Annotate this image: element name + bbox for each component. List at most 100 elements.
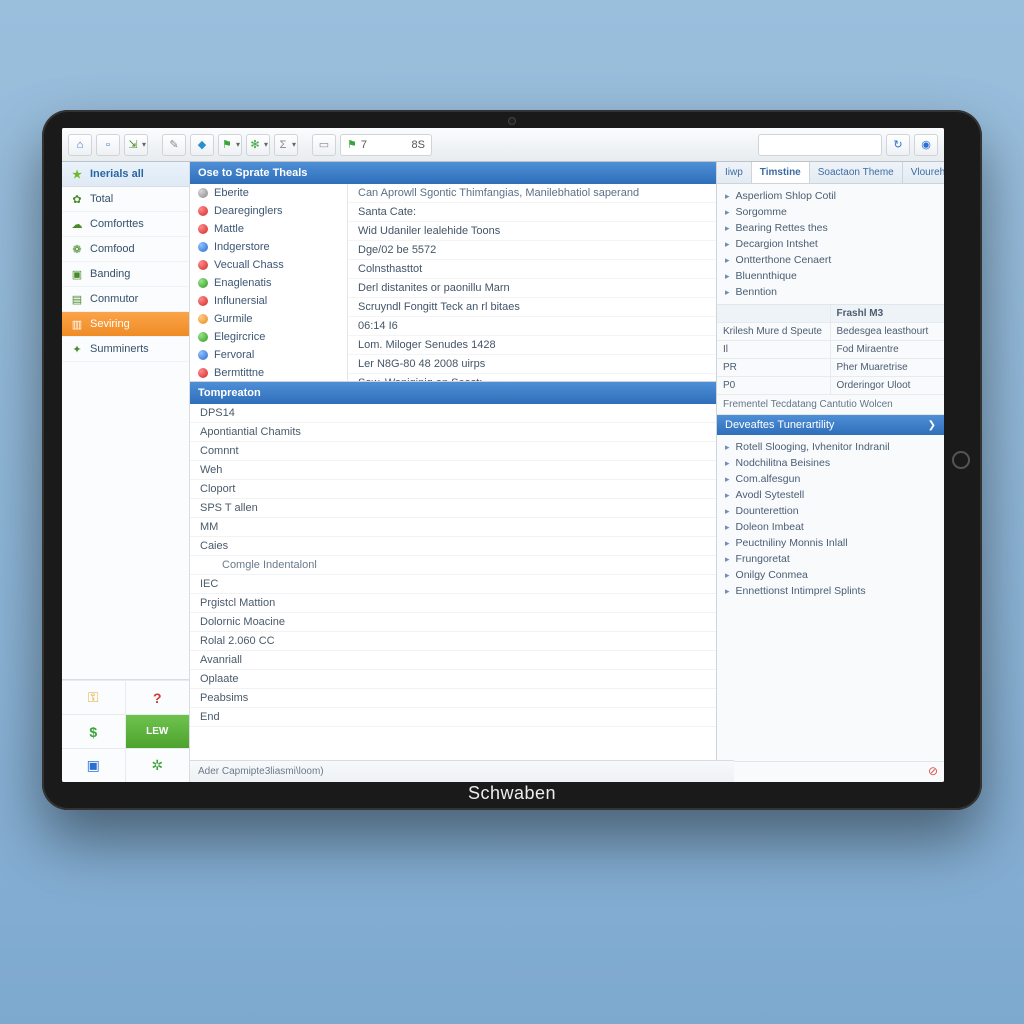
right-row[interactable]: ▸Sorgomme (717, 204, 944, 220)
tree-row[interactable]: Eberite (190, 184, 347, 202)
bullet-icon (198, 278, 208, 288)
tree-row[interactable]: Elegircrice (190, 328, 347, 346)
status-bar: Ader Capmipte3liasmi\loom) (190, 760, 734, 782)
tab-3[interactable]: Vlourehonr (903, 162, 944, 183)
tree-row[interactable]: Influnersial (190, 292, 347, 310)
tab-0[interactable]: Iiwp (717, 162, 752, 183)
chevron-icon: ▸ (725, 287, 730, 298)
list-row[interactable]: Comgle Indentalonl (190, 556, 716, 575)
toolbar-btn-refresh[interactable]: ↻ (886, 134, 910, 156)
list-row[interactable]: Rolal 2.060 CC (190, 632, 716, 651)
tree-row[interactable]: Vecuall Chass (190, 256, 347, 274)
list-row[interactable]: Peabsims (190, 689, 716, 708)
sidebar-item-0[interactable]: ✿Total (62, 187, 189, 212)
list-row[interactable]: Prgistcl Mattion (190, 594, 716, 613)
sidebar-item-4[interactable]: ▤Conmutor (62, 287, 189, 312)
dollar-icon: $ (89, 724, 97, 740)
list-row[interactable]: Oplaate (190, 670, 716, 689)
right-row[interactable]: ▸Peuctniliny Monnis Inlall (717, 535, 944, 551)
warning-icon[interactable]: ⊘ (928, 764, 938, 780)
toolbar-btn-tag[interactable]: ◆ (190, 134, 214, 156)
right-row[interactable]: ▸Avodl Sytestell (717, 487, 944, 503)
kv-cell[interactable]: Il (717, 341, 831, 359)
toolbar-btn-doc[interactable]: ▭ (312, 134, 336, 156)
right-row[interactable]: ▸Benntion (717, 284, 944, 300)
right-row[interactable]: ▸Nodchilitna Beisines (717, 455, 944, 471)
right-row[interactable]: ▸Bluennthique (717, 268, 944, 284)
chevron-icon: ▸ (725, 506, 730, 517)
right-row[interactable]: ▸Asperliom Shlop Cotil (717, 188, 944, 204)
list-row[interactable]: Caies (190, 537, 716, 556)
toolbar-btn-export[interactable]: ⇲ (124, 134, 148, 156)
tab-2[interactable]: Soactaon Theme (810, 162, 903, 183)
sidebar-btn-dollar[interactable]: $ (62, 714, 126, 748)
kv-cell[interactable]: PR (717, 359, 831, 377)
right-row[interactable]: ▸Decargion Intshet (717, 236, 944, 252)
right-row-label: Dounterettion (736, 505, 799, 517)
toolbar-btn-flag[interactable]: ⚑ (218, 134, 242, 156)
bullet-icon (198, 242, 208, 252)
right-row[interactable]: ▸Frungoretat (717, 551, 944, 567)
toolbar-status-field[interactable]: ⚑ 7 8S (340, 134, 432, 156)
sidebar-btn-key[interactable]: ⚿ (62, 680, 126, 714)
list-row[interactable]: Dolornic Moacine (190, 613, 716, 632)
list-row[interactable]: Avanriall (190, 651, 716, 670)
tree-row[interactable]: Fervoral (190, 346, 347, 364)
tree-row[interactable]: Indgerstore (190, 238, 347, 256)
kv-cell[interactable]: Pher Muaretrise (831, 359, 945, 377)
tab-1[interactable]: Timstine (752, 162, 810, 183)
right-row[interactable]: ▸Bearing Rettes thes (717, 220, 944, 236)
list-row[interactable]: Cloport (190, 480, 716, 499)
sidebar-item-5[interactable]: ▥Seviring (62, 312, 189, 337)
menu-icon: Σ (276, 138, 290, 152)
sidebar-item-1[interactable]: ☁Comforttes (62, 212, 189, 237)
toolbar-btn-save[interactable]: ▫ (96, 134, 120, 156)
right-row[interactable]: ▸Rotell Slooging, Ivhenitor Indranil (717, 439, 944, 455)
tree-row[interactable]: Deareginglers (190, 202, 347, 220)
list-row[interactable]: End (190, 708, 716, 727)
list-row[interactable]: MM (190, 518, 716, 537)
toolbar-btn-help[interactable]: ◉ (914, 134, 938, 156)
right-row[interactable]: ▸Ennettionst Intimprel Splints (717, 583, 944, 599)
sidebar-btn-card[interactable]: ▣ (62, 748, 126, 782)
tree-row[interactable]: Gurmile (190, 310, 347, 328)
kv-cell[interactable]: Bedesgea leasthourt (831, 323, 945, 341)
kv-cell[interactable]: Fod Miraentre (831, 341, 945, 359)
sidebar-item-2[interactable]: ❁Comfood (62, 237, 189, 262)
chevron-icon: ▸ (725, 239, 730, 250)
toolbar-btn-bug[interactable]: ✻ (246, 134, 270, 156)
search-input[interactable] (765, 139, 875, 151)
toolbar-btn-menu[interactable]: Σ (274, 134, 298, 156)
list-row[interactable]: Comnnt (190, 442, 716, 461)
toolbar-btn-edit[interactable]: ✎ (162, 134, 186, 156)
tree-row[interactable]: Enaglenatis (190, 274, 347, 292)
kv-cell[interactable]: Orderingor Uloot (831, 377, 945, 395)
sidebar-btn-gear[interactable]: ✲ (126, 748, 190, 782)
list-row[interactable]: Weh (190, 461, 716, 480)
tree-label: Bermtittne (214, 367, 264, 379)
kv-cell[interactable]: P0 (717, 377, 831, 395)
list-row[interactable]: IEC (190, 575, 716, 594)
lower-title-label: Tompreaton (198, 387, 261, 399)
tree-row[interactable]: Bermtittne (190, 364, 347, 381)
list-row[interactable]: SPS T allen (190, 499, 716, 518)
right-tabs: IiwpTimstineSoactaon ThemeVlourehonr (717, 162, 944, 184)
home-button[interactable] (952, 451, 970, 469)
sidebar-item-6[interactable]: ✦Summinerts (62, 337, 189, 362)
right-row[interactable]: ▸ Dounterettion (717, 503, 944, 519)
list-row[interactable]: DPS14 (190, 404, 716, 423)
sidebar-btn-qmark[interactable]: ? (126, 680, 190, 714)
kv-cell[interactable]: Krilesh Mure d Speute (717, 323, 831, 341)
sidebar-btn-new[interactable]: LEW (126, 714, 190, 748)
right-row[interactable]: ▸Com.alfesgun (717, 471, 944, 487)
list-row[interactable]: Apontiantial Chamits (190, 423, 716, 442)
right-row[interactable]: ▸Ontterthone Cenaert (717, 252, 944, 268)
toolbar-btn-home[interactable]: ⌂ (68, 134, 92, 156)
search-box[interactable] (758, 134, 882, 156)
tree-row[interactable]: Mattle (190, 220, 347, 238)
kv-head (717, 305, 831, 323)
sidebar-item-3[interactable]: ▣Banding (62, 262, 189, 287)
right-section2-head[interactable]: Deveaftes Tunerartility ❯ (717, 415, 944, 435)
right-row[interactable]: ▸Onilgy Conmea (717, 567, 944, 583)
right-row[interactable]: ▸Doleon Imbeat (717, 519, 944, 535)
